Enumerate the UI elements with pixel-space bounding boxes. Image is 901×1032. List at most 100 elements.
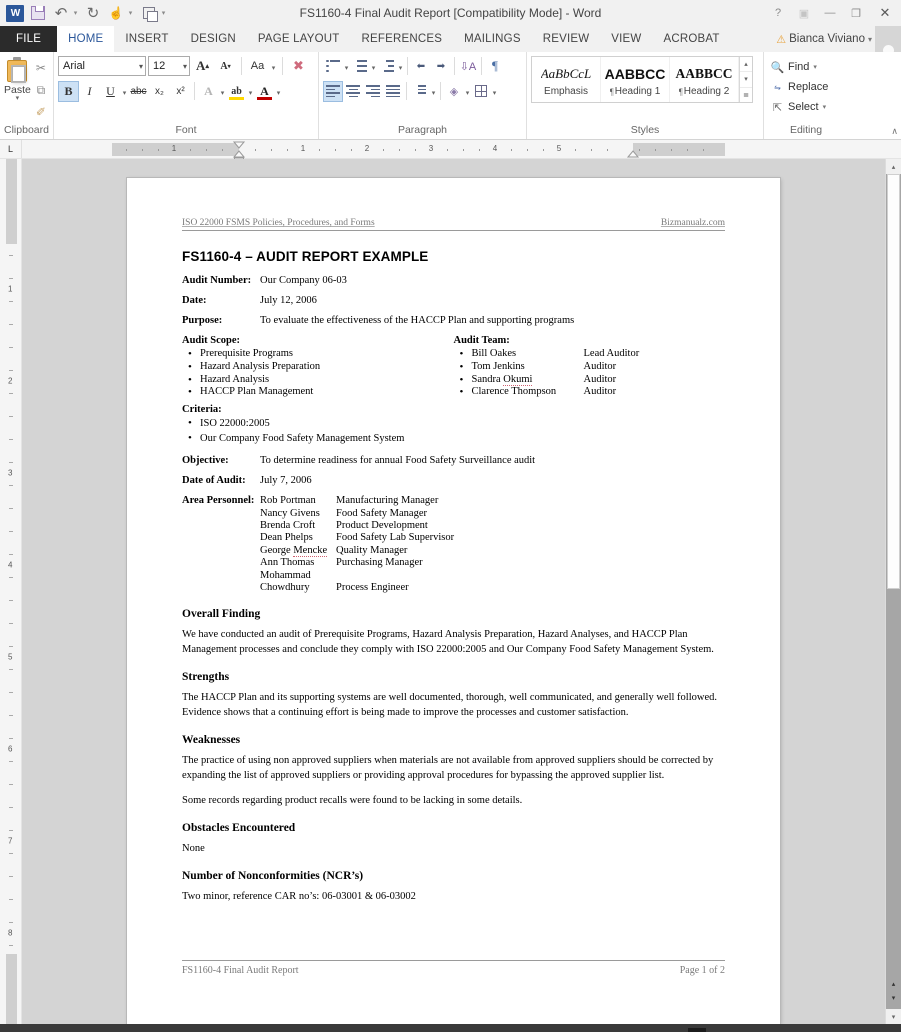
collapse-ribbon-icon[interactable]: ∧	[891, 126, 898, 137]
multilevel-caret-icon[interactable]: ▾	[397, 56, 404, 77]
account-caret-icon[interactable]: ▾	[868, 35, 872, 44]
font-size-caret-icon[interactable]: ▾	[183, 62, 187, 71]
strikethrough-button[interactable]: abc	[128, 81, 149, 102]
paste-button[interactable]: Paste ▾	[4, 55, 31, 102]
numbering-icon[interactable]	[350, 56, 370, 77]
superscript-button[interactable]: x²	[170, 81, 191, 102]
align-center-icon[interactable]	[343, 81, 363, 102]
highlight-caret-icon[interactable]: ▾	[247, 81, 254, 102]
sort-icon[interactable]: ⇩A	[458, 56, 478, 77]
subscript-button[interactable]: x₂	[149, 81, 170, 102]
undo-icon[interactable]: ↶	[50, 2, 72, 24]
scroll-up-icon[interactable]: ▴	[886, 159, 901, 174]
font-size-combo[interactable]: 12 ▾	[148, 56, 190, 76]
maximize-icon[interactable]: ❐	[843, 0, 869, 26]
font-color-icon[interactable]: A	[254, 81, 275, 102]
tab-acrobat[interactable]: ACROBAT	[652, 26, 730, 52]
borders-icon[interactable]	[471, 81, 491, 102]
redo-icon[interactable]: ↻	[82, 2, 104, 24]
borders-caret-icon[interactable]: ▾	[491, 81, 498, 102]
change-case-caret-icon[interactable]: ▾	[270, 56, 277, 77]
paste-caret-icon[interactable]: ▾	[16, 95, 20, 102]
help-icon[interactable]: ?	[765, 0, 791, 26]
vertical-ruler[interactable]: 1 2 3 4 5 6 7 8	[0, 159, 758, 1024]
justify-icon[interactable]	[383, 81, 403, 102]
customize-qat-caret-icon[interactable]: ▾	[160, 2, 170, 24]
word-app-icon[interactable]: W	[4, 2, 26, 24]
styles-scroll-down-icon[interactable]: ▾	[740, 72, 752, 88]
tab-page-layout[interactable]: PAGE LAYOUT	[247, 26, 351, 52]
font-name-caret-icon[interactable]: ▾	[139, 62, 143, 71]
line-spacing-caret-icon[interactable]: ▾	[430, 81, 437, 102]
tab-file[interactable]: FILE	[0, 26, 58, 52]
select-button[interactable]: ⇱ Select ▾	[768, 97, 826, 117]
touch-mode-icon[interactable]: ☝	[105, 2, 127, 24]
style-item-heading-2[interactable]: AABBCC ¶ Heading 2	[670, 57, 739, 102]
bullets-caret-icon[interactable]: ▾	[343, 56, 350, 77]
save-icon[interactable]	[27, 2, 49, 24]
document-scroll-area[interactable]: ISO 22000 FSMS Policies, Procedures, and…	[22, 159, 885, 1024]
show-formatting-marks-icon[interactable]: ¶	[485, 56, 505, 77]
select-caret-icon[interactable]: ▾	[823, 103, 827, 111]
replace-button[interactable]: ⇋ Replace	[768, 77, 828, 97]
scroll-track[interactable]: ▴ ▾	[886, 174, 901, 1009]
scroll-down-icon[interactable]: ▾	[886, 1009, 901, 1024]
print-layout-icon[interactable]: ☰	[687, 1028, 706, 1032]
tab-mailings[interactable]: MAILINGS	[453, 26, 532, 52]
bold-button[interactable]: B	[58, 80, 79, 102]
decrease-indent-icon[interactable]: ⬅	[411, 56, 431, 77]
align-right-icon[interactable]	[363, 81, 383, 102]
increase-indent-icon[interactable]: ➡	[431, 56, 451, 77]
clear-formatting-icon[interactable]: ✖	[288, 56, 309, 77]
text-effects-caret-icon[interactable]: ▾	[219, 81, 226, 102]
copy-icon[interactable]	[137, 2, 159, 24]
next-page-icon[interactable]: ▾	[888, 991, 899, 1005]
text-highlight-icon[interactable]: ab	[226, 81, 247, 102]
find-button[interactable]: 🔍 Find ▾	[768, 57, 817, 77]
bullets-icon[interactable]	[323, 56, 343, 77]
styles-scroll-up-icon[interactable]: ▴	[740, 57, 752, 73]
align-left-icon[interactable]	[323, 80, 343, 102]
tab-insert[interactable]: INSERT	[114, 26, 179, 52]
ribbon-display-options-icon[interactable]: ▣	[791, 0, 817, 26]
touch-mode-caret-icon[interactable]: ▾	[128, 2, 136, 24]
tab-stop-selector[interactable]: L	[0, 140, 22, 158]
close-icon[interactable]: ✕	[869, 0, 901, 26]
underline-button[interactable]: U	[100, 81, 121, 102]
document-content[interactable]: ISO 22000 FSMS Policies, Procedures, and…	[127, 178, 780, 904]
numbering-caret-icon[interactable]: ▾	[370, 56, 377, 77]
styles-more-icon[interactable]: ≣	[740, 88, 752, 102]
underline-caret-icon[interactable]: ▾	[121, 81, 128, 102]
font-color-caret-icon[interactable]: ▾	[275, 81, 282, 102]
avatar[interactable]	[875, 26, 901, 52]
tab-view[interactable]: VIEW	[600, 26, 652, 52]
shading-icon[interactable]: ◈	[444, 81, 464, 102]
shading-caret-icon[interactable]: ▾	[464, 81, 471, 102]
italic-button[interactable]: I	[79, 81, 100, 102]
right-indent-marker[interactable]	[627, 149, 639, 159]
font-name-combo[interactable]: Arial ▾	[58, 56, 146, 76]
document-page[interactable]: ISO 22000 FSMS Policies, Procedures, and…	[127, 178, 780, 1024]
change-case-icon[interactable]: Aa	[247, 56, 268, 77]
style-item-emphasis[interactable]: AaBbCcL Emphasis	[532, 57, 601, 102]
find-caret-icon[interactable]: ▾	[813, 63, 817, 71]
web-layout-icon[interactable]: ⌸	[706, 1028, 724, 1032]
style-item-heading-1[interactable]: AABBCC ¶ Heading 1	[601, 57, 670, 102]
text-effects-icon[interactable]: A	[198, 81, 219, 102]
tab-references[interactable]: REFERENCES	[351, 26, 454, 52]
scroll-thumb[interactable]	[887, 174, 900, 589]
minimize-icon[interactable]: —	[817, 0, 843, 26]
copy-icon-ribbon[interactable]: ⧉	[31, 80, 51, 100]
format-painter-icon[interactable]: ✐	[31, 102, 51, 122]
shrink-font-icon[interactable]: A ▾	[215, 56, 236, 77]
tab-home[interactable]: HOME	[57, 26, 115, 52]
vertical-scrollbar[interactable]: ▴ ▴ ▾ ▾	[885, 159, 901, 1024]
tab-design[interactable]: DESIGN	[180, 26, 247, 52]
multilevel-list-icon[interactable]	[377, 56, 397, 77]
cut-icon[interactable]: ✂	[31, 58, 51, 78]
read-mode-icon[interactable]: ☷	[670, 1028, 688, 1032]
account-name[interactable]: Bianca Viviano	[789, 33, 865, 45]
previous-page-icon[interactable]: ▴	[888, 977, 899, 991]
ruler-track[interactable]: 1 1 2 3 4 5	[22, 141, 883, 1008]
tab-review[interactable]: REVIEW	[532, 26, 601, 52]
